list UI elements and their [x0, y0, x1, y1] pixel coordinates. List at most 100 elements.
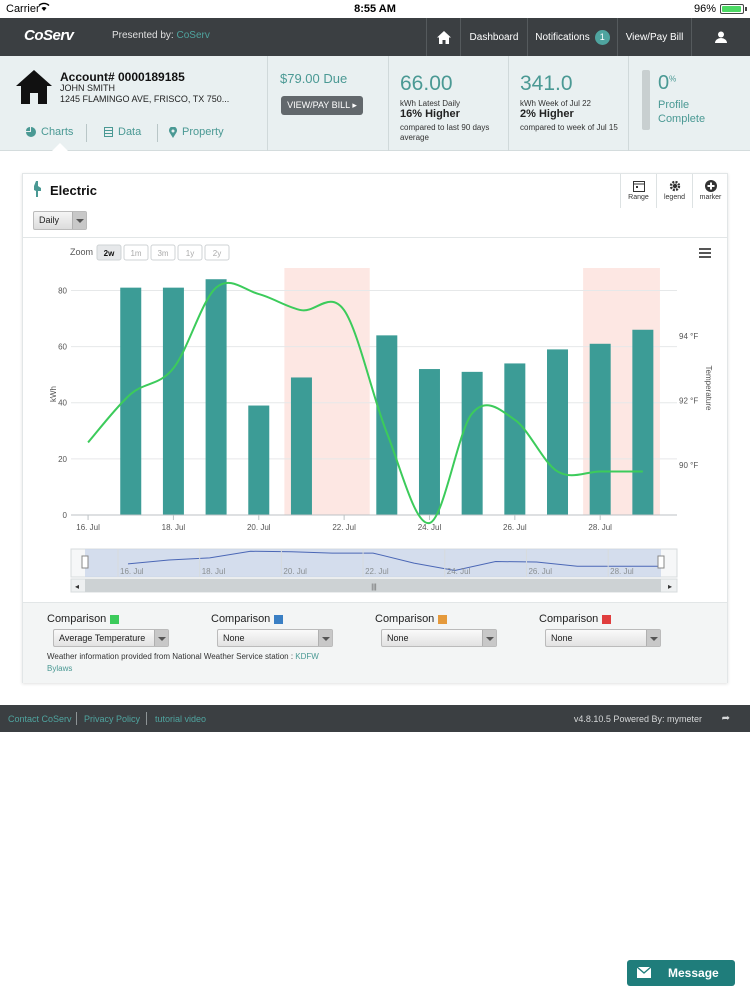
tab-divider [157, 124, 158, 142]
usage-bar[interactable] [504, 363, 526, 515]
menu-icon[interactable] [699, 256, 711, 258]
comparison-color-swatch [602, 614, 612, 624]
envelope-icon [637, 967, 651, 978]
notification-badge: 1 [594, 29, 610, 45]
nav-view-pay-bill[interactable]: View/Pay Bill [617, 18, 691, 56]
comparison-label: Comparison [47, 613, 120, 625]
comparison-panel: Comparison Average Temperature Comparison N… [23, 602, 727, 683]
home-button[interactable] [426, 18, 460, 56]
scroll-left-icon: ◂ [75, 582, 79, 591]
navigator-tick-label: 24. Jul [447, 567, 471, 576]
nav-view-pay-bill-label: View/Pay Bill [625, 31, 684, 43]
y2-tick-label: 94 °F [679, 332, 698, 341]
comparison-label-text: Comparison [539, 613, 599, 625]
tutorial-video-link[interactable]: tutorial video [155, 714, 206, 724]
navigator-tick-label: 28. Jul [610, 567, 634, 576]
menu-icon[interactable] [699, 252, 711, 254]
nav-notifications[interactable]: Notifications 1 [527, 18, 617, 56]
user-menu-button[interactable] [691, 18, 750, 56]
usage-bar[interactable] [547, 349, 569, 515]
x-tick-label: 24. Jul [418, 523, 442, 532]
navigator-tick-label: 16. Jul [120, 567, 144, 576]
profile-percent-value: 0 [658, 72, 670, 94]
y-tick-label: 0 [63, 511, 68, 520]
tab-property[interactable]: Property [169, 126, 224, 138]
profile-percent-unit: % [669, 74, 677, 84]
usage-bar[interactable] [376, 335, 398, 515]
chevron-down-icon [482, 630, 496, 646]
footer-divider [146, 712, 147, 725]
version-text: v4.8.10.5 Powered By: [573, 714, 665, 724]
navigator-tick-label: 18. Jul [202, 567, 226, 576]
navigator-tick-label: 20. Jul [283, 567, 307, 576]
comparison-label-text: Comparison [47, 613, 107, 625]
weather-info: Weather information provided from Nation… [47, 652, 319, 661]
y2-axis-label: Temperature [704, 366, 713, 411]
comparison-label: Comparison [375, 613, 448, 625]
comparison-select[interactable]: None [381, 629, 497, 647]
interval-value: Daily [39, 215, 60, 225]
nav-dashboard-label: Dashboard [469, 31, 519, 43]
x-tick-label: 16. Jul [76, 523, 100, 532]
legend-label: legend [663, 194, 686, 201]
usage-bar[interactable] [162, 287, 184, 515]
comparison-label-text: Comparison [375, 613, 435, 625]
coserv-logo[interactable]: CoServ [24, 27, 74, 44]
y-tick-label: 20 [58, 455, 67, 464]
usage-bar[interactable] [418, 369, 440, 515]
menu-icon[interactable] [699, 248, 711, 250]
range-label: Range [628, 194, 649, 201]
message-button-label: Message [668, 966, 719, 980]
table-icon [104, 127, 113, 137]
active-tab-pointer [52, 143, 68, 151]
column-divider [628, 56, 629, 151]
weather-info-text: Weather information provided from Nation… [47, 652, 294, 661]
account-summary: Account# 0000189185 JOHN SMITH 1245 FLAM… [0, 56, 750, 151]
weather-station-link[interactable]: KDFW [295, 652, 319, 661]
comparison-color-swatch [110, 614, 120, 624]
message-button[interactable]: Message [627, 960, 735, 986]
zoom-button-label: 2w [104, 249, 115, 258]
bylaws-link[interactable]: Bylaws [47, 664, 72, 673]
usage-bar[interactable] [205, 279, 227, 515]
footer-divider [76, 712, 77, 725]
usage-chart[interactable]: Zoom 2w 1m 3m 1y 2y 0 20 40 60 80 kWh 90 °F 92 °F 94 °… [23, 238, 727, 602]
interval-select[interactable]: Daily [33, 211, 87, 230]
status-bar: Carrier 8:55 AM 96% [0, 0, 750, 18]
clock: 8:55 AM [354, 3, 396, 15]
nav-notifications-label: Notifications [535, 31, 590, 43]
usage-bar[interactable] [248, 405, 270, 515]
pie-chart-icon [26, 127, 36, 137]
presented-by-brand[interactable]: CoServ [177, 30, 210, 41]
weekly-kwh-label: kWh Week of Jul 22 [520, 99, 591, 108]
comparison-color-swatch [274, 614, 284, 624]
column-divider [508, 56, 509, 151]
tab-data[interactable]: Data [104, 126, 141, 138]
legend-button[interactable]: legend [656, 174, 692, 208]
comparison-select-value: None [387, 633, 409, 643]
weekly-compare: compared to week of Jul 15 [520, 123, 618, 132]
chevron-down-icon [646, 630, 660, 646]
tab-data-label: Data [118, 126, 142, 138]
usage-bar[interactable] [632, 329, 654, 515]
profile-complete-link[interactable]: Profile Complete [658, 98, 718, 126]
tab-charts[interactable]: Charts [26, 126, 73, 138]
view-pay-bill-button-label: VIEW/PAY BILL [287, 100, 350, 110]
marker-button[interactable]: marker [692, 174, 728, 208]
usage-bar[interactable] [461, 371, 483, 515]
comparison-select[interactable]: Average Temperature [53, 629, 169, 647]
view-pay-bill-button[interactable]: VIEW/PAY BILL ▸ [281, 96, 363, 115]
x-tick-label: 26. Jul [503, 523, 527, 532]
range-button[interactable]: Range [620, 174, 656, 208]
presented-by-label: Presented by: [112, 30, 174, 41]
contact-link[interactable]: Contact CoServ [8, 714, 72, 724]
nav-dashboard[interactable]: Dashboard [460, 18, 527, 56]
usage-bar[interactable] [589, 343, 611, 515]
comparison-select[interactable]: None [545, 629, 661, 647]
usage-bar[interactable] [290, 377, 312, 515]
privacy-policy-link[interactable]: Privacy Policy [84, 714, 140, 724]
navigator-handle-left[interactable] [81, 555, 89, 569]
daily-compare: compared to last 90 days average [400, 123, 490, 142]
comparison-select[interactable]: None [217, 629, 333, 647]
navigator-handle-right[interactable] [657, 555, 665, 569]
